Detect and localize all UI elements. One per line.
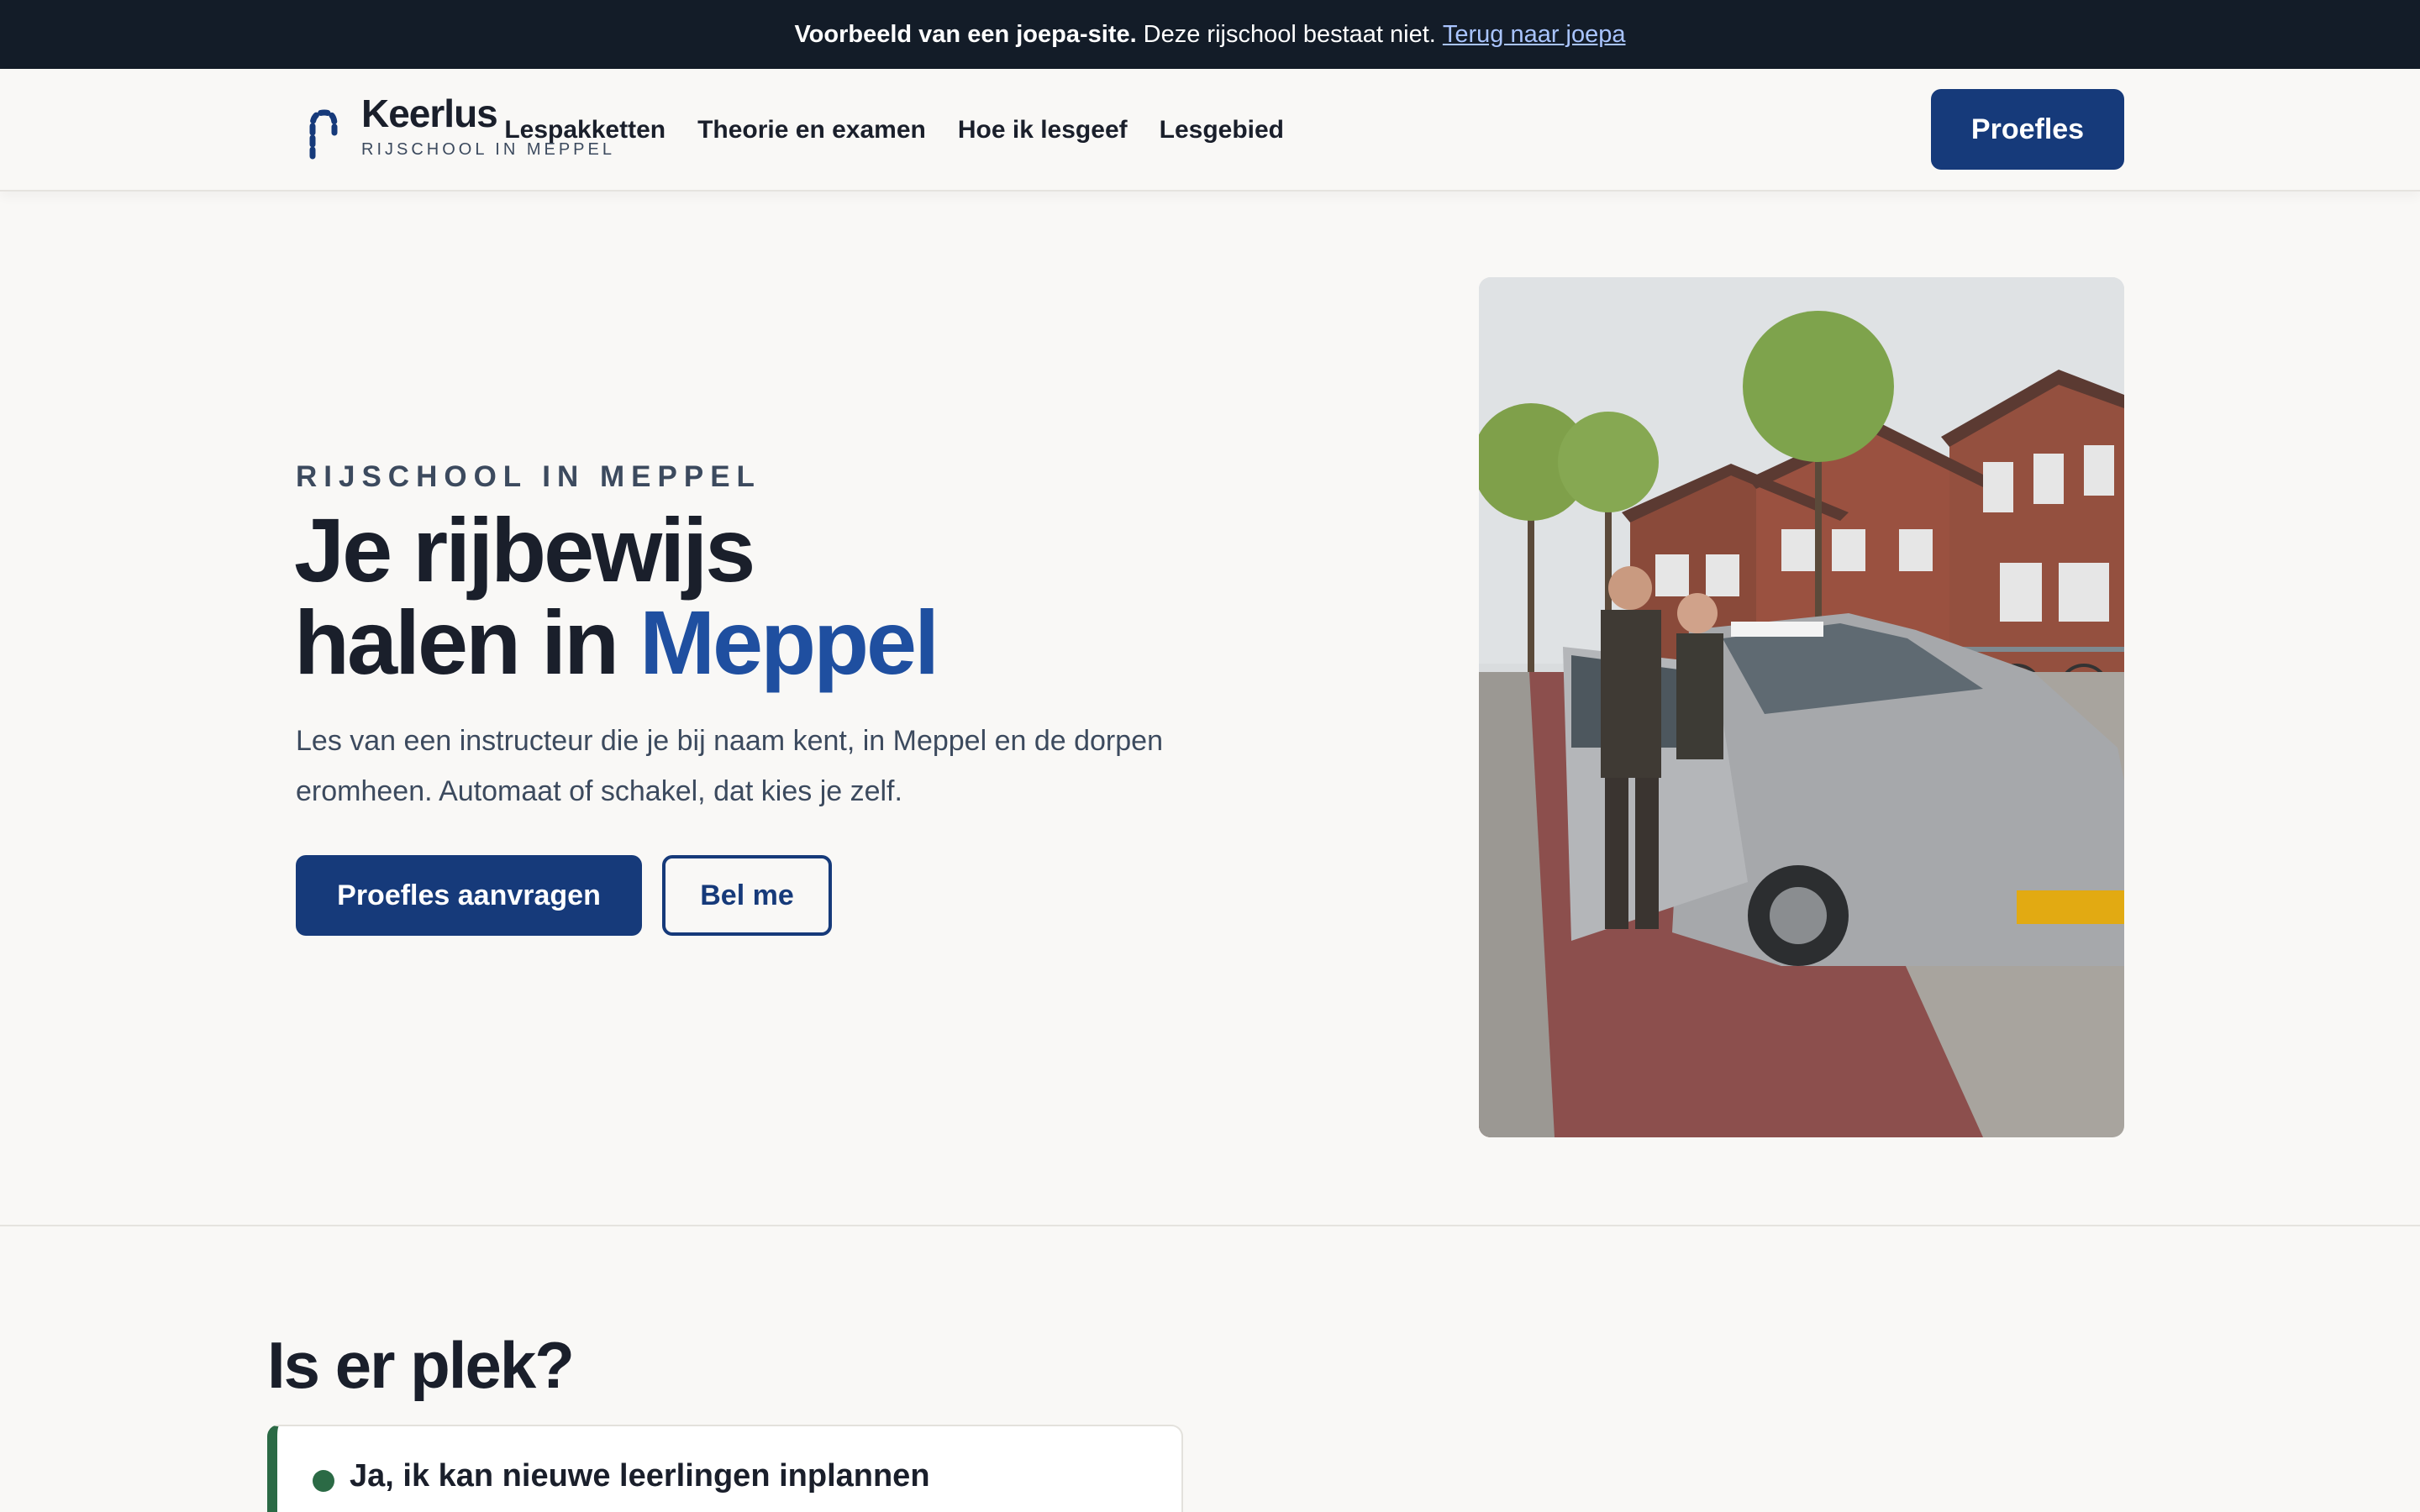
availability-status: Ja, ik kan nieuwe leerlingen inplannen: [350, 1458, 930, 1494]
banner-bold-text: Voorbeeld van een joepa-site.: [794, 20, 1137, 48]
nav-lespakketten[interactable]: Lespakketten: [504, 116, 666, 144]
keerlus-logo-icon: [309, 109, 338, 160]
main-nav: Lespakketten Theorie en examen Hoe ik le…: [504, 69, 1284, 192]
banner-text: Deze rijschool bestaat niet.: [1143, 20, 1436, 48]
back-to-joepa-link[interactable]: Terug naar joepa: [1443, 21, 1626, 49]
hero-title-accent: Meppel: [639, 591, 939, 693]
availability-title: Is er plek?: [267, 1328, 575, 1402]
hero-title: Je rijbewijs halen in Meppel: [294, 504, 939, 689]
hero-eyebrow: RIJSCHOOL IN MEPPEL: [296, 460, 761, 493]
proefles-aanvragen-button[interactable]: Proefles aanvragen: [296, 855, 642, 936]
hero-description: Les van een instructeur die je bij naam …: [296, 725, 1163, 807]
nav-hoe-ik-lesgeef[interactable]: Hoe ik lesgeef: [958, 116, 1128, 144]
status-dot-icon: [313, 1470, 334, 1492]
hero-title-line1: Je rijbewijs: [294, 499, 755, 601]
demo-banner: Voorbeeld van een joepa-site. Deze rijsc…: [0, 0, 2420, 69]
hero-photo: [1479, 277, 2124, 1137]
driving-lesson-photo: [1479, 277, 2124, 1137]
nav-lesgebied[interactable]: Lesgebied: [1160, 116, 1284, 144]
nav-theorie-en-examen[interactable]: Theorie en examen: [697, 116, 926, 144]
bel-me-button[interactable]: Bel me: [662, 855, 832, 936]
section-divider: [0, 1225, 2420, 1226]
proefles-nav-button[interactable]: Proefles: [1931, 89, 2124, 170]
hero-title-line2: halen in: [294, 591, 640, 693]
site-header: Keerlus RIJSCHOOL IN MEPPEL Lespakketten…: [0, 69, 2420, 192]
